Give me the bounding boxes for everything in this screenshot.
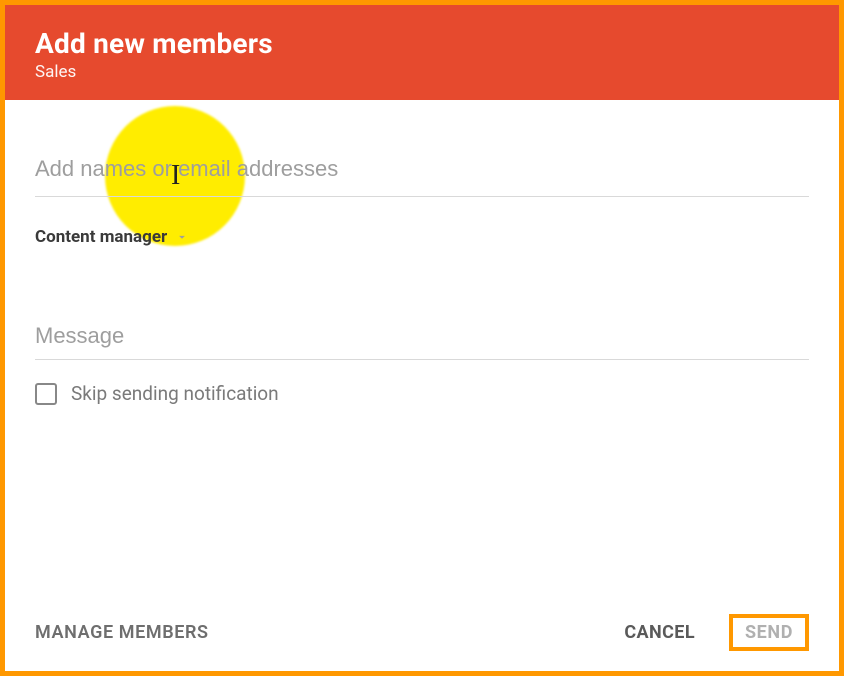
role-label: Content manager (35, 227, 167, 247)
manage-members-button[interactable]: MANAGE MEMBERS (35, 622, 209, 643)
cancel-button[interactable]: CANCEL (624, 622, 695, 643)
skip-notification-checkbox[interactable] (35, 383, 57, 405)
skip-notification-label: Skip sending notification (71, 382, 279, 405)
role-dropdown[interactable]: Content manager (35, 227, 809, 247)
names-input[interactable] (35, 148, 809, 197)
dialog-title: Add new members (35, 27, 809, 60)
send-button[interactable]: SEND (745, 622, 793, 643)
names-field-row (35, 148, 809, 197)
chevron-down-icon (175, 230, 189, 244)
dialog-body: I Content manager Skip sending notificat… (5, 100, 839, 614)
send-button-highlight: SEND (729, 614, 809, 651)
add-members-dialog: Add new members Sales I Content manager … (0, 0, 844, 676)
dialog-subtitle: Sales (35, 62, 809, 82)
message-field-row (35, 319, 809, 360)
dialog-header: Add new members Sales (5, 5, 839, 100)
skip-notification-row: Skip sending notification (35, 382, 809, 405)
dialog-footer: MANAGE MEMBERS CANCEL SEND (5, 614, 839, 671)
message-input[interactable] (35, 319, 809, 360)
